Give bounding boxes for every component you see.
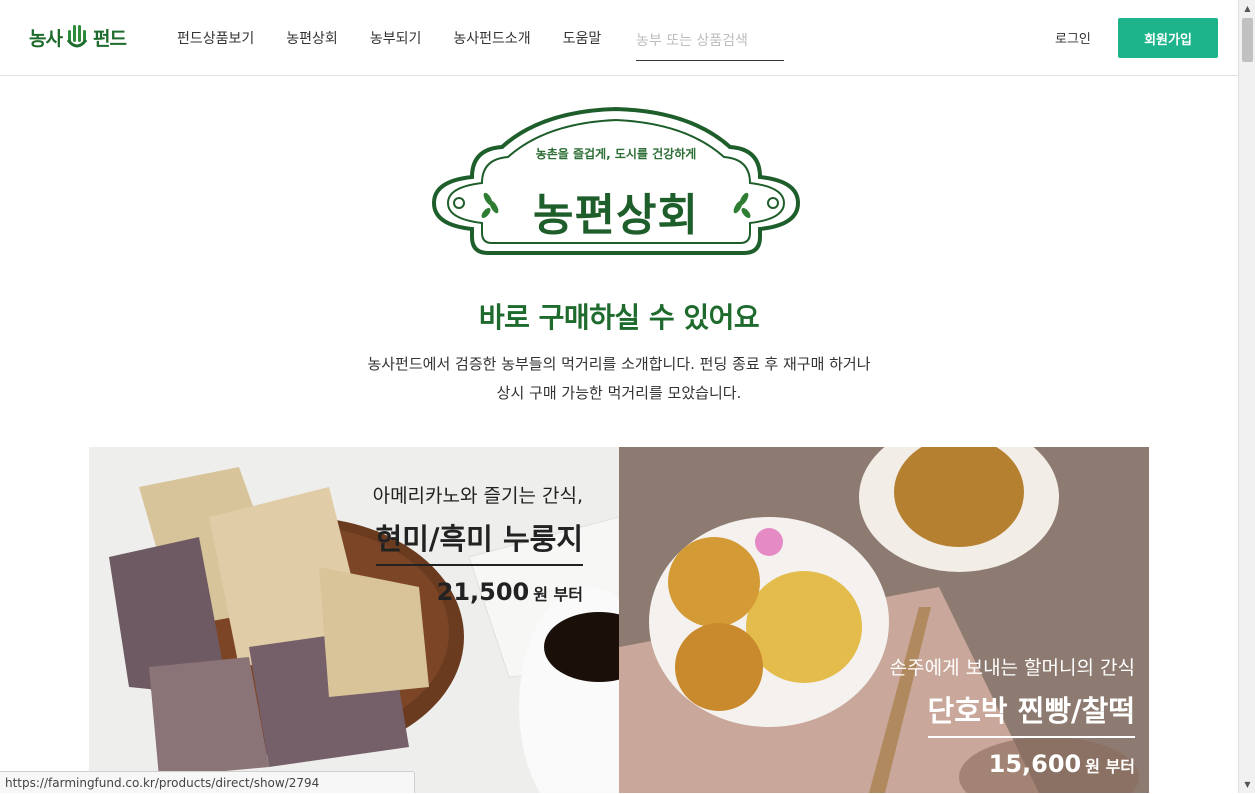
product-name[interactable]: 단호박 찐빵/찰떡 (927, 684, 1135, 738)
logo-text-left: 농사 (29, 27, 63, 50)
scroll-up-arrow[interactable]: ▲ (1239, 0, 1255, 17)
signup-button[interactable]: 회원가입 (1118, 18, 1218, 58)
logo-text-right: 펀드 (92, 27, 127, 50)
product-subtitle: 아메리카노와 즐기는 간식, (372, 485, 583, 507)
price-unit: 원 부터 (1085, 757, 1135, 776)
nav-help[interactable]: 도움말 (563, 28, 602, 48)
vertical-scrollbar[interactable]: ▲ ▼ (1238, 0, 1255, 793)
login-link[interactable]: 로그인 (1055, 28, 1091, 47)
product-price: 21,500 (436, 578, 530, 606)
nav-become-farmer[interactable]: 농부되기 (370, 28, 422, 48)
nav-nongpyeon-store[interactable]: 농편상회 (286, 28, 338, 48)
product-price: 15,600 (988, 750, 1082, 778)
section-description: 농사펀드에서 검증한 농부들의 먹거리를 소개합니다. 펀딩 종료 후 재구매 … (0, 350, 1238, 408)
product-caption: 아메리카노와 즐기는 간식, 현미/흑미 누룽지 21,500 원 부터 (373, 481, 583, 606)
product-price-line: 21,500 원 부터 (373, 578, 583, 606)
description-line-2: 상시 구매 가능한 먹거리를 모았습니다. (496, 384, 742, 402)
product-subtitle: 손주에게 보내는 할머니의 간식 (889, 657, 1135, 679)
browser-status-url: https://farmingfund.co.kr/products/direc… (0, 771, 415, 793)
emblem-slogan: 농촌을 즐겁게, 도시를 건강하게 (535, 147, 697, 161)
scroll-down-arrow[interactable]: ▼ (1239, 776, 1255, 793)
nav-about[interactable]: 농사펀드소개 (453, 28, 530, 48)
product-name[interactable]: 현미/흑미 누룽지 (375, 512, 583, 566)
product-price-line: 15,600 원 부터 (890, 750, 1135, 778)
emblem-title: 농편상회 (533, 190, 699, 241)
price-unit: 원 부터 (533, 585, 583, 604)
search-input[interactable]: 농부 또는 상품검색 (636, 20, 784, 61)
description-line-1: 농사펀드에서 검증한 농부들의 먹거리를 소개합니다. 펀딩 종료 후 재구매 … (367, 355, 871, 373)
scroll-thumb[interactable] (1242, 18, 1253, 62)
product-caption: 손주에게 보내는 할머니의 간식 단호박 찐빵/찰떡 15,600 원 부터 (890, 653, 1135, 778)
product-card-nurungji[interactable]: 아메리카노와 즐기는 간식, 현미/흑미 누룽지 21,500 원 부터 (89, 447, 619, 793)
section-headline: 바로 구매하실 수 있어요 (478, 301, 760, 334)
hand-sprout-icon (66, 25, 87, 48)
site-header: 농사 펀드 펀드상품보기 농편상회 농부되기 농사펀드소개 도움말 농부 또는 … (0, 0, 1238, 76)
nav-fund-products[interactable]: 펀드상품보기 (177, 28, 254, 48)
nongpyeon-emblem: 농촌을 즐겁게, 도시를 건강하게 농편상회 (431, 106, 801, 259)
product-card-pumpkin-bun[interactable]: 손주에게 보내는 할머니의 간식 단호박 찐빵/찰떡 15,600 원 부터 (619, 447, 1149, 793)
site-logo[interactable]: 농사 펀드 (29, 22, 127, 52)
main-nav: 펀드상품보기 농편상회 농부되기 농사펀드소개 도움말 (177, 28, 633, 48)
